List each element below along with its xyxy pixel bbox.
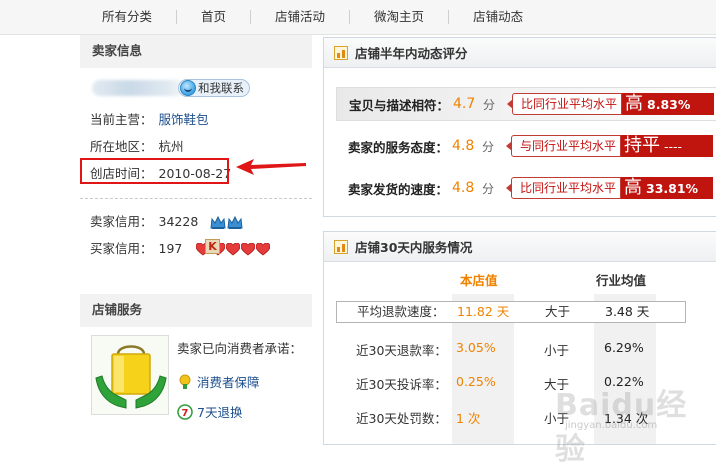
seller-name-row: 和我联系 (80, 76, 312, 100)
compare-word: 持平 (624, 135, 660, 156)
main-category-label: 当前主营： (90, 112, 153, 127)
divider (80, 198, 312, 199)
service-metric-name: 近30天投诉率： (356, 377, 447, 392)
col-header-shop: 本店值 (460, 273, 498, 288)
nav-all-categories[interactable]: 所有分类 (84, 10, 176, 24)
seller-info-title: 卖家信息 (80, 35, 312, 68)
compare-label: 比同行业平均水平 (507, 93, 622, 115)
watermark-url: jingyan.baidu.com (565, 420, 658, 431)
main-category-line: 当前主营： 服饰鞋包 (90, 109, 209, 128)
nav-home[interactable]: 首页 (176, 10, 250, 24)
rating-row-service[interactable]: 卖家的服务态度： 4.8 分 与同行业平均水平 持平 ---- (336, 129, 716, 163)
heart-icon (256, 243, 271, 256)
rating-score: 4.7 (453, 96, 476, 112)
shopping-bag-icon (91, 335, 169, 415)
seller-name-blurred (92, 80, 184, 96)
service-shop-value: 0.25% (456, 374, 496, 389)
chart-icon (334, 45, 348, 60)
service-panel-title: 店铺30天内服务情况 (355, 240, 473, 255)
service-shop-value: 3.05% (456, 340, 496, 355)
seven-day-return-link[interactable]: 7 7天退换 (177, 402, 242, 421)
service-shop-value: 11.82 天 (457, 304, 510, 319)
compare-percent: ---- (664, 138, 683, 154)
compare-badge: 持平 ---- (621, 135, 713, 157)
service-compare: 小于 (544, 343, 570, 358)
open-date-highlight-box (80, 158, 229, 184)
rating-score: 4.8 (452, 180, 475, 196)
nav-shop-activities[interactable]: 店铺活动 (250, 10, 349, 24)
rating-label: 卖家发货的速度： (348, 181, 449, 197)
consumer-protection-link[interactable]: 消费者保障 (177, 372, 260, 391)
seller-credit-line: 卖家信用： 34228 (90, 211, 243, 230)
compare-percent: 33.81% (646, 180, 699, 196)
service-row[interactable]: 平均退款速度： 11.82 天 大于 3.48 天 (336, 301, 686, 323)
contact-label: 和我联系 (198, 81, 244, 95)
wangwang-chat-icon (180, 80, 196, 96)
promise-text: 卖家已向消费者承诺： (177, 341, 303, 356)
shop-service-title: 店铺服务 (80, 294, 312, 327)
shop-service-box: 店铺服务 卖家已向消费者承诺： 消费者保障 7 7天退换 (80, 294, 312, 429)
rating-panel-title: 店铺半年内动态评分 (355, 46, 468, 61)
compare-word: 高 (625, 93, 643, 114)
rating-row-description[interactable]: 宝贝与描述相符： 4.7 分 比同行业平均水平 高 8.83% (336, 87, 716, 121)
red-arrow-icon (236, 159, 306, 175)
rating-row-delivery[interactable]: 卖家发货的速度： 4.8 分 比同行业平均水平 高 33.81% (336, 171, 716, 205)
region-label: 所在地区： (90, 139, 153, 154)
level-k-icon[interactable]: K (205, 239, 220, 254)
chart-icon (334, 239, 348, 254)
compare-badge: 高 33.81% (621, 177, 713, 199)
compare-label: 与同行业平均水平 (506, 135, 621, 157)
service-industry-value: 6.29% (604, 340, 644, 355)
nav-weitao-home[interactable]: 微淘主页 (349, 10, 448, 24)
seller-credit-value: 34228 (158, 214, 199, 229)
rating-label: 卖家的服务态度： (348, 139, 449, 155)
buyer-credit-value: 197 (158, 241, 183, 256)
heart-icon (226, 243, 241, 256)
service-industry-value: 3.48 天 (605, 304, 650, 319)
service-metric-name: 平均退款速度： (357, 304, 445, 319)
compare-percent: 8.83% (647, 96, 691, 112)
buyer-credit-line: 买家信用： 197 (90, 238, 271, 257)
service-shop-value: 1 次 (456, 411, 481, 426)
nav-shop-updates[interactable]: 店铺动态 (448, 10, 547, 24)
rating-score: 4.8 (452, 138, 475, 154)
seller-credit-label: 卖家信用： (90, 214, 153, 229)
main-category-link[interactable]: 服饰鞋包 (159, 112, 209, 127)
service-panel-header: 店铺30天内服务情况 (324, 232, 716, 262)
seven-day-return-icon: 7 (177, 403, 193, 420)
service-row[interactable]: 近30天退款率： 3.05% 小于 6.29% (336, 340, 686, 366)
svg-text:7: 7 (182, 408, 189, 419)
top-nav: 所有分类 首页 店铺活动 微淘主页 店铺动态 (0, 0, 716, 35)
service-compare: 大于 (545, 304, 571, 319)
service-metric-name: 近30天处罚数： (356, 411, 447, 426)
crown-icon (227, 215, 243, 229)
region-value: 杭州 (158, 139, 184, 154)
seven-day-return-label: 7天退换 (197, 405, 243, 420)
consumer-protection-label: 消费者保障 (197, 375, 260, 390)
col-header-industry: 行业均值 (596, 273, 647, 288)
service-metric-name: 近30天退款率： (356, 343, 447, 358)
compare-label: 比同行业平均水平 (506, 177, 621, 199)
region-line: 所在地区： 杭州 (90, 136, 184, 155)
contact-seller-button[interactable]: 和我联系 (178, 79, 250, 97)
buyer-credit-label: 买家信用： (90, 241, 153, 256)
crown-icon (210, 215, 226, 229)
consumer-protection-icon (179, 374, 191, 389)
dynamic-rating-panel: 店铺半年内动态评分 宝贝与描述相符： 4.7 分 比同行业平均水平 高 8.83… (323, 37, 716, 217)
crown-rank-icons[interactable] (210, 215, 243, 230)
rating-label: 宝贝与描述相符： (349, 97, 450, 113)
compare-word: 高 (624, 177, 642, 198)
rating-panel-header: 店铺半年内动态评分 (324, 38, 716, 68)
heart-icon (241, 243, 256, 256)
compare-badge: 高 8.83% (622, 93, 714, 115)
